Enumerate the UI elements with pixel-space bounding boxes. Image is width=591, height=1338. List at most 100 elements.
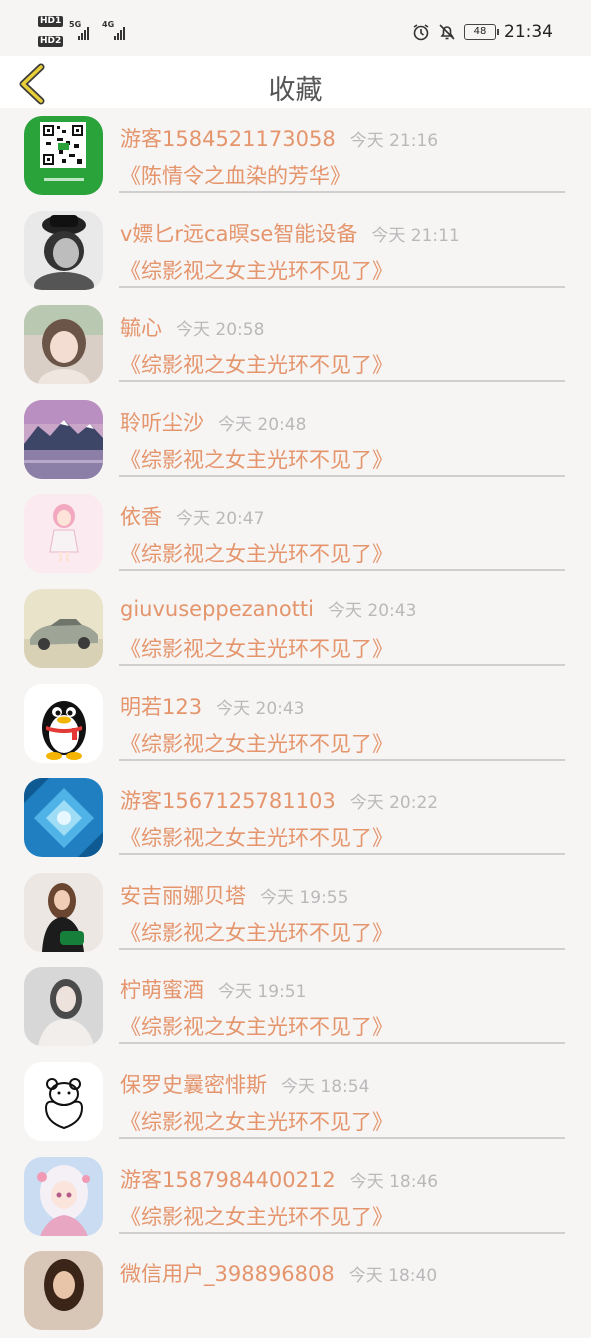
book-title-link[interactable]: 《综影视之女主光环不见了》 bbox=[120, 728, 393, 758]
nickname[interactable]: 微信用户_398896808 bbox=[120, 1262, 335, 1286]
book-title-link[interactable]: 《综影视之女主光环不见了》 bbox=[120, 349, 393, 379]
list-item[interactable]: 聆听尘沙 今天 20:48 《综影视之女主光环不见了》 bbox=[0, 392, 591, 487]
nickname[interactable]: 游客1587984400212 bbox=[120, 1168, 336, 1192]
timestamp: 今天 20:22 bbox=[349, 793, 439, 814]
divider bbox=[119, 474, 565, 477]
nickname[interactable]: 保罗史曩密悱斯 bbox=[120, 1073, 267, 1097]
avatar[interactable] bbox=[24, 494, 103, 574]
list-item[interactable]: 游客1584521173058 今天 21:16 《陈情令之血染的芳华》 bbox=[0, 108, 591, 203]
avatar[interactable] bbox=[24, 305, 103, 385]
divider bbox=[119, 758, 565, 761]
bw-portrait-avatar-icon bbox=[24, 210, 103, 290]
divider bbox=[119, 663, 565, 666]
item-header: 保罗史曩密悱斯 今天 18:54 bbox=[120, 1069, 369, 1099]
timestamp: 今天 21:16 bbox=[349, 131, 439, 151]
book-title-link[interactable]: 《综影视之女主光环不见了》 bbox=[120, 1201, 393, 1231]
book-title-link[interactable]: 《陈情令之血染的芳华》 bbox=[120, 160, 351, 190]
avatar[interactable] bbox=[24, 872, 103, 952]
nickname[interactable]: 安吉丽娜贝塔 bbox=[120, 884, 246, 908]
timestamp: 今天 20:58 bbox=[176, 320, 265, 341]
divider bbox=[119, 191, 565, 193]
alarm-icon bbox=[413, 24, 429, 41]
woman-partial-avatar-icon bbox=[24, 1251, 103, 1331]
item-header: 游客1584521173058 今天 21:16 bbox=[120, 123, 438, 153]
blue-abstract-avatar-icon bbox=[24, 778, 103, 858]
book-title-link[interactable]: 《综影视之女主光环不见了》 bbox=[120, 917, 393, 947]
list-item[interactable]: 明若123 今天 20:43 《综影视之女主光环不见了》 bbox=[0, 676, 591, 771]
avatar[interactable] bbox=[24, 588, 103, 668]
timestamp: 今天 19:51 bbox=[218, 982, 307, 1003]
item-header: 毓心 今天 20:58 bbox=[120, 312, 264, 342]
timestamp: 今天 19:55 bbox=[260, 887, 349, 908]
avatar[interactable] bbox=[24, 1061, 103, 1141]
nickname[interactable]: v嫖匕r远ca暝se智能设备 bbox=[120, 222, 357, 246]
item-header: 依香 今天 20:47 bbox=[120, 501, 264, 531]
item-header: 聆听尘沙 今天 20:48 bbox=[120, 407, 306, 437]
list-item[interactable]: giuvuseppezanotti 今天 20:43 《综影视之女主光环不见了》 bbox=[0, 581, 591, 676]
divider bbox=[119, 1231, 565, 1234]
book-title-link[interactable]: 《综影视之女主光环不见了》 bbox=[120, 538, 393, 568]
list-item[interactable]: 游客1567125781103 今天 20:22 《综影视之女主光环不见了》 bbox=[0, 770, 591, 865]
nickname[interactable]: 游客1584521173058 bbox=[120, 127, 336, 151]
avatar[interactable] bbox=[24, 210, 103, 290]
list-item[interactable]: 依香 今天 20:47 《综影视之女主光环不见了》 bbox=[0, 486, 591, 581]
bear-sketch-avatar-icon bbox=[24, 1061, 103, 1141]
girl-photo-avatar-icon bbox=[24, 305, 103, 385]
signal-indicators: HD1 HD2 5G 4G bbox=[38, 16, 138, 50]
book-title-link[interactable]: 《综影视之女主光环不见了》 bbox=[120, 633, 393, 663]
nickname[interactable]: 明若123 bbox=[120, 695, 202, 719]
anime-girl-avatar-icon bbox=[24, 1156, 103, 1236]
nickname[interactable]: 依香 bbox=[120, 505, 162, 529]
avatar[interactable] bbox=[24, 967, 103, 1047]
nickname[interactable]: 柠萌蜜酒 bbox=[120, 978, 204, 1002]
avatar[interactable] bbox=[24, 116, 103, 195]
list-item[interactable]: v嫖匕r远ca暝se智能设备 今天 21:11 《综影视之女主光环不见了》 bbox=[0, 203, 591, 298]
book-title-link[interactable]: 《综影视之女主光环不见了》 bbox=[120, 444, 393, 474]
item-header: 明若123 今天 20:43 bbox=[120, 691, 305, 721]
title-bar: 收藏 bbox=[0, 56, 591, 108]
timestamp: 今天 20:43 bbox=[328, 600, 417, 621]
network-4g-label: 4G bbox=[102, 20, 115, 29]
item-header: 游客1567125781103 今天 20:22 bbox=[120, 785, 438, 815]
avatar[interactable] bbox=[24, 399, 103, 479]
book-title-link[interactable]: 《综影视之女主光环不见了》 bbox=[120, 1106, 393, 1136]
list-item[interactable]: 毓心 今天 20:58 《综影视之女主光环不见了》 bbox=[0, 297, 591, 392]
nickname[interactable]: 游客1567125781103 bbox=[120, 789, 336, 813]
bell-off-icon bbox=[439, 24, 455, 40]
item-header: v嫖匕r远ca暝se智能设备 今天 21:11 bbox=[120, 218, 460, 248]
list-item[interactable]: 微信用户_398896808 今天 18:40 bbox=[0, 1243, 591, 1338]
signal-bars-icon bbox=[114, 26, 125, 40]
sports-car-avatar-icon bbox=[24, 588, 103, 668]
avatar[interactable] bbox=[24, 683, 103, 763]
item-header: 游客1587984400212 今天 18:46 bbox=[120, 1164, 438, 1194]
list-item[interactable]: 安吉丽娜贝塔 今天 19:55 《综影视之女主光环不见了》 bbox=[0, 865, 591, 960]
avatar[interactable] bbox=[24, 1251, 103, 1331]
divider bbox=[119, 1136, 565, 1139]
avatar[interactable] bbox=[24, 1156, 103, 1236]
item-header: 微信用户_398896808 今天 18:40 bbox=[120, 1258, 437, 1288]
timestamp: 今天 18:40 bbox=[348, 1266, 438, 1287]
divider bbox=[119, 569, 565, 572]
timestamp: 今天 18:54 bbox=[281, 1076, 370, 1097]
item-header: giuvuseppezanotti 今天 20:43 bbox=[120, 596, 416, 621]
battery-icon: 48 bbox=[464, 24, 499, 40]
qq-penguin-avatar-icon bbox=[24, 683, 103, 763]
list-item[interactable]: 游客1587984400212 今天 18:46 《综影视之女主光环不见了》 bbox=[0, 1149, 591, 1244]
list-item[interactable]: 柠萌蜜酒 今天 19:51 《综影视之女主光环不见了》 bbox=[0, 959, 591, 1054]
timestamp: 今天 18:46 bbox=[349, 1171, 439, 1192]
timestamp: 今天 20:48 bbox=[218, 414, 307, 435]
page-title: 收藏 bbox=[268, 75, 323, 106]
nickname[interactable]: giuvuseppezanotti bbox=[120, 597, 314, 621]
qr-code-avatar-icon bbox=[24, 116, 103, 195]
book-title-link[interactable]: 《综影视之女主光环不见了》 bbox=[120, 1011, 393, 1041]
list-item[interactable]: 保罗史曩密悱斯 今天 18:54 《综影视之女主光环不见了》 bbox=[0, 1054, 591, 1149]
divider bbox=[119, 380, 565, 383]
nickname[interactable]: 聆听尘沙 bbox=[120, 411, 204, 435]
divider bbox=[119, 947, 565, 950]
clock: 21:34 bbox=[504, 22, 553, 42]
nickname[interactable]: 毓心 bbox=[120, 316, 162, 340]
book-title-link[interactable]: 《综影视之女主光环不见了》 bbox=[120, 255, 393, 285]
status-bar: HD1 HD2 5G 4G 48 21:34 bbox=[0, 0, 591, 56]
avatar[interactable] bbox=[24, 778, 103, 858]
book-title-link[interactable]: 《综影视之女主光环不见了》 bbox=[120, 822, 393, 852]
